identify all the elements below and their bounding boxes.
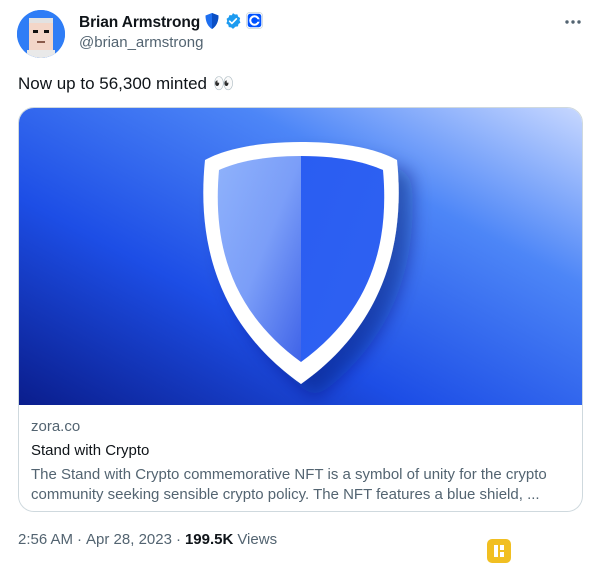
avatar[interactable] — [17, 10, 65, 58]
shield-badge-icon — [204, 12, 220, 35]
tweet-body: Now up to 56,300 minted — [18, 74, 208, 93]
tweet-text: Now up to 56,300 minted 👀 — [18, 74, 234, 94]
avatar-portrait-icon — [17, 10, 65, 58]
watermark: 金色财经 — [486, 537, 593, 564]
more-options-icon[interactable] — [563, 14, 583, 30]
verified-badge-icon[interactable] — [224, 12, 242, 35]
tweet-footer: 2:56 AM · Apr 28, 2023 · 199.5K Views — [18, 531, 277, 548]
tweet-time[interactable]: 2:56 AM — [18, 531, 73, 548]
views-count: 199.5K — [184, 531, 234, 548]
watermark-logo-icon — [486, 538, 511, 563]
separator: · — [77, 531, 83, 548]
card-title: Stand with Crypto — [31, 442, 150, 459]
author-name[interactable]: Brian Armstrong — [79, 14, 200, 32]
coinbase-affiliate-icon[interactable] — [246, 12, 264, 34]
link-card[interactable]: zora.co Stand with Crypto The Stand with… — [18, 107, 583, 512]
views-label: Views — [237, 531, 278, 548]
card-meta: zora.co Stand with Crypto The Stand with… — [31, 418, 570, 505]
card-image[interactable] — [19, 108, 582, 405]
author-handle[interactable]: @brian_armstrong — [79, 34, 203, 51]
watermark-text: 金色财经 — [516, 542, 593, 563]
separator: · — [175, 531, 181, 548]
card-domain: zora.co — [31, 418, 81, 435]
shield-artwork-icon — [19, 108, 582, 405]
eyes-emoji-icon: 👀 — [213, 74, 235, 93]
author-name-row: Brian Armstrong — [79, 12, 264, 35]
card-description: The Stand with Crypto commemorative NFT … — [31, 466, 547, 503]
tweet-date[interactable]: Apr 28, 2023 — [86, 531, 172, 548]
